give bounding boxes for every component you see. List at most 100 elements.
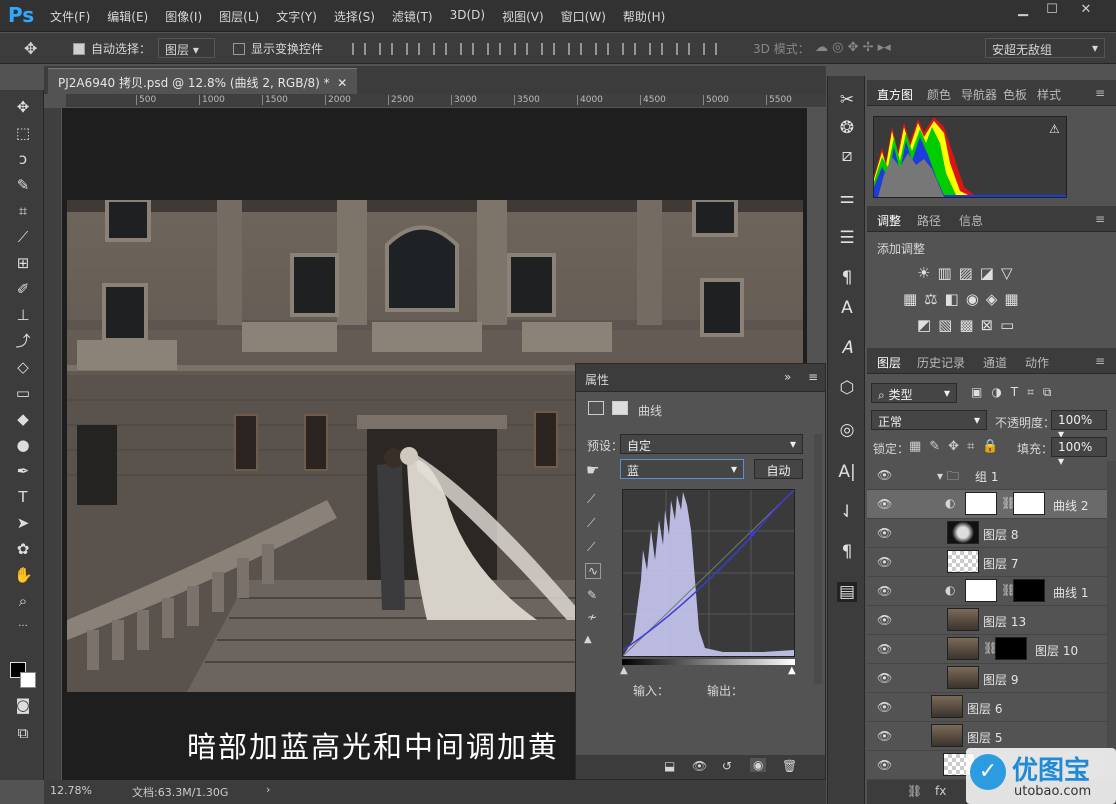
pencil-icon[interactable]: ✎ bbox=[587, 588, 597, 602]
layers-panel-icon[interactable]: ▤ bbox=[837, 582, 857, 602]
close-tab-icon[interactable]: ✕ bbox=[337, 76, 347, 90]
menu-item[interactable]: 帮助(H) bbox=[623, 8, 665, 25]
adjustment-icons-row2[interactable]: ▦⚖◧◉◈▦ bbox=[903, 290, 1026, 308]
workspace-dropdown[interactable]: 安超无敌组 ▾ bbox=[985, 38, 1105, 58]
maximize-icon[interactable]: ☐ bbox=[1040, 2, 1064, 20]
layer-thumbnail[interactable] bbox=[931, 724, 963, 747]
layer-row[interactable]: 👁 图层 7 bbox=[867, 548, 1107, 577]
visibility-eye-icon[interactable]: 👁 bbox=[877, 671, 892, 685]
visibility-eye-icon[interactable]: 👁 bbox=[877, 700, 892, 714]
glyphs-icon[interactable]: 𝐴 bbox=[837, 338, 857, 358]
crop-tool-icon[interactable]: ⌗ bbox=[14, 202, 32, 220]
libraries-icon[interactable]: ◎ bbox=[837, 420, 857, 440]
menu-item[interactable]: 文件(F) bbox=[50, 8, 90, 25]
lasso-tool-icon[interactable]: ↄ bbox=[14, 150, 32, 168]
fx-label[interactable]: fx bbox=[935, 784, 946, 798]
auto-button[interactable]: 自动 bbox=[754, 459, 803, 479]
layer-row[interactable]: 👁 ◐ ⛓ 曲线 1 bbox=[867, 577, 1107, 606]
menu-item[interactable]: 编辑(E) bbox=[107, 8, 148, 25]
menu-item[interactable]: 窗口(W) bbox=[561, 8, 606, 25]
clip-to-layer-icon[interactable]: ⬓ bbox=[664, 759, 675, 773]
panel-tab[interactable]: 动作 bbox=[1025, 354, 1049, 371]
auto-select-dropdown[interactable]: 图层 ▾ bbox=[158, 38, 215, 58]
zoom-tool-icon[interactable]: ⌕ bbox=[14, 592, 32, 610]
visibility-eye-icon[interactable]: 👁 bbox=[877, 729, 892, 743]
menu-item[interactable]: 图层(L) bbox=[219, 8, 259, 25]
menu-item[interactable]: 选择(S) bbox=[334, 8, 375, 25]
warning-icon[interactable]: ⚠ bbox=[1049, 122, 1060, 136]
visibility-eye-icon[interactable]: 👁 bbox=[877, 758, 892, 772]
layer-row[interactable]: 👁 图层 6 bbox=[867, 693, 1107, 722]
tools-icon[interactable]: ✂ bbox=[837, 90, 857, 110]
show-transform-checkbox[interactable] bbox=[233, 41, 245, 55]
visibility-eye-icon[interactable]: 👁 bbox=[877, 642, 892, 656]
screen-mode-icon[interactable]: ⧉ bbox=[14, 724, 32, 742]
adjustment-icons-row3[interactable]: ◩▧▩⊠▭ bbox=[917, 316, 1021, 334]
white-eyedropper-icon[interactable]: ⟋ bbox=[587, 540, 595, 555]
panel-tab[interactable]: 路径 bbox=[917, 212, 941, 229]
healing-tool-icon[interactable]: ⊞ bbox=[14, 254, 32, 272]
minimize-icon[interactable]: ▁ bbox=[1011, 2, 1035, 20]
curves-graph[interactable] bbox=[622, 489, 795, 657]
panel-tab[interactable]: 信息 bbox=[959, 212, 983, 229]
layer-row[interactable]: 👁 图层 9 bbox=[867, 664, 1107, 693]
panel-menu-icon[interactable]: ≡ bbox=[1095, 86, 1105, 100]
black-point-slider[interactable]: ▲ bbox=[620, 665, 628, 676]
blend-mode-dropdown[interactable]: 正常 ▾ bbox=[871, 410, 987, 430]
black-eyedropper-icon[interactable]: ⟋ bbox=[587, 492, 595, 507]
status-arrow-icon[interactable]: › bbox=[266, 783, 270, 796]
clipping-warning-icon[interactable]: ▲ bbox=[584, 634, 592, 645]
fill-field[interactable]: 100% ▾ bbox=[1051, 437, 1107, 468]
curve-point-icon[interactable]: ∿ bbox=[585, 563, 602, 579]
stamp-tool-icon[interactable]: ⊥ bbox=[14, 306, 32, 324]
target-adjust-icon[interactable]: ☛ bbox=[586, 461, 599, 479]
menu-item[interactable]: 视图(V) bbox=[502, 8, 544, 25]
close-icon[interactable]: ✕ bbox=[1074, 2, 1098, 20]
panel-tab[interactable]: 样式 bbox=[1037, 86, 1061, 103]
panel-tab[interactable]: 通道 bbox=[983, 354, 1007, 371]
gradient-tool-icon[interactable]: ▭ bbox=[14, 384, 32, 402]
visibility-eye-icon[interactable]: 👁 bbox=[877, 526, 892, 540]
layer-row[interactable]: 👁 图层 5 bbox=[867, 722, 1107, 751]
adjust-sliders-icon[interactable]: ⚌ bbox=[837, 188, 857, 208]
character-style-icon[interactable]: A bbox=[837, 298, 857, 318]
panel-menu-icon[interactable]: ≡ bbox=[1095, 354, 1105, 368]
more-tools-icon[interactable]: ··· bbox=[14, 618, 32, 636]
brush-settings-icon[interactable]: ❂ bbox=[837, 118, 857, 138]
menu-item[interactable]: 文字(Y) bbox=[276, 8, 317, 25]
marquee-tool-icon[interactable]: ⬚ bbox=[14, 124, 32, 142]
pen-tool-icon[interactable]: ✒ bbox=[14, 462, 32, 480]
hand-tool-icon[interactable]: ✋ bbox=[14, 566, 33, 584]
layer-thumbnail[interactable] bbox=[947, 666, 979, 689]
visibility-eye-icon[interactable]: 👁 bbox=[877, 555, 892, 569]
panel-tab[interactable]: 调整 bbox=[877, 212, 901, 229]
align-icons[interactable] bbox=[352, 43, 730, 58]
layer-comps-icon[interactable]: ☰ bbox=[837, 228, 857, 248]
panel-tab[interactable]: 颜色 bbox=[927, 86, 951, 103]
collapse-icon[interactable]: » bbox=[784, 370, 791, 384]
blur-tool-icon[interactable]: ◆ bbox=[14, 410, 32, 428]
properties-scrollbar[interactable] bbox=[814, 434, 822, 684]
gray-eyedropper-icon[interactable]: ⟋ bbox=[587, 516, 595, 531]
layer-mask-thumbnail[interactable] bbox=[1013, 492, 1045, 515]
adjustment-icons-row1[interactable]: ☀▥▨◪▽ bbox=[917, 264, 1020, 282]
channel-dropdown[interactable]: 蓝 ▾ bbox=[620, 459, 744, 479]
path-select-tool-icon[interactable]: ➤ bbox=[14, 514, 32, 532]
character-icon[interactable]: A| bbox=[837, 462, 857, 482]
panel-menu-icon[interactable]: ≡ bbox=[1095, 212, 1105, 226]
eraser-tool-icon[interactable]: ◇ bbox=[14, 358, 32, 376]
lock-icons[interactable]: ▦✎✥⌗🔒 bbox=[909, 439, 1007, 454]
menu-item[interactable]: 滤镜(T) bbox=[392, 8, 433, 25]
layer-thumbnail[interactable] bbox=[965, 492, 997, 515]
layer-thumbnail[interactable] bbox=[947, 521, 979, 544]
layer-row[interactable]: 👁 ◐ ⛓ 曲线 2 bbox=[867, 490, 1107, 519]
type-tool-icon[interactable]: T bbox=[14, 488, 32, 506]
zoom-level[interactable]: 12.78% bbox=[50, 784, 92, 797]
document-tab[interactable]: PJ2A6940 拷贝.psd @ 12.8% (曲线 2, RGB/8) * … bbox=[48, 68, 358, 94]
visibility-eye-icon[interactable]: 👁 bbox=[877, 468, 892, 482]
quick-select-tool-icon[interactable]: ✎ bbox=[14, 176, 32, 194]
mask-icon[interactable] bbox=[612, 401, 628, 415]
visibility-eye-icon[interactable]: 👁 bbox=[877, 497, 892, 511]
3d-icon[interactable]: ⬡ bbox=[837, 378, 857, 398]
view-previous-icon[interactable]: 👁 bbox=[692, 759, 707, 773]
